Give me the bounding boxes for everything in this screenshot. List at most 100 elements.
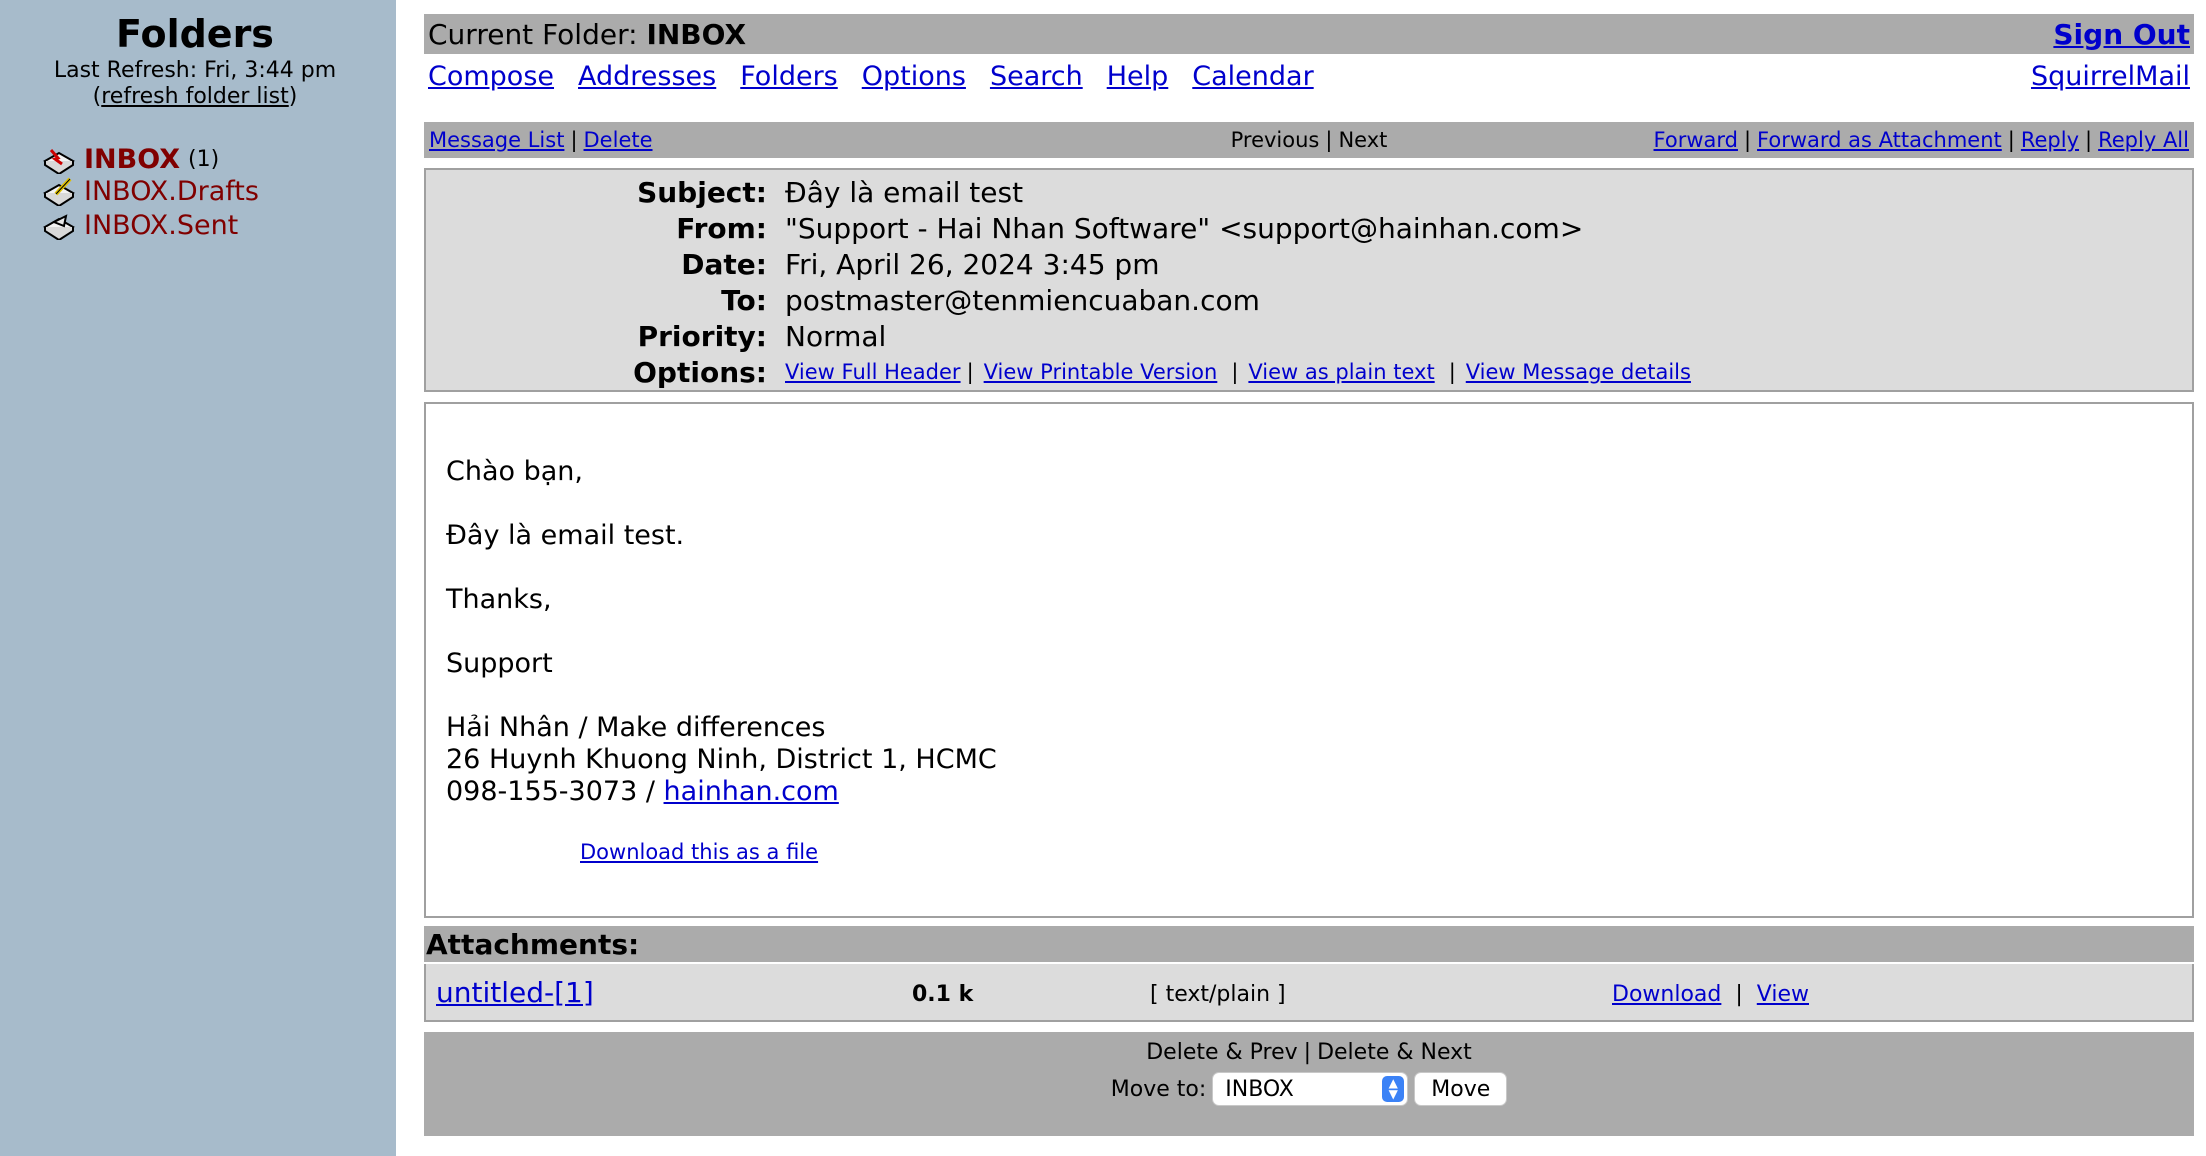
body-line: Đây là email test. (446, 520, 685, 551)
delete-next-text: Delete & Next (1317, 1040, 1472, 1065)
sent-tray-icon (43, 214, 75, 240)
current-folder-label: Current Folder: (428, 17, 638, 51)
attachments-header: Attachments: (424, 926, 2194, 962)
toolbar-center: Previous | Next (1010, 128, 1608, 152)
folder-sidebar: Folders Last Refresh: Fri, 3:44 pm (refr… (0, 0, 396, 1156)
forward-as-attachment-link[interactable]: Forward as Attachment (1757, 128, 2002, 152)
separator: | (1735, 982, 1743, 1007)
separator: | (2007, 128, 2015, 152)
move-to-label: Move to: (1110, 1076, 1207, 1102)
priority-value: Normal (785, 319, 887, 353)
attachment-row: untitled-[1] 0.1 k [ text/plain ] Downlo… (424, 964, 2194, 1022)
from-value: "Support - Hai Nhan Software" <support@h… (785, 211, 1584, 245)
folder-name-drafts[interactable]: INBOX.Drafts (84, 176, 259, 207)
separator: | (570, 128, 578, 152)
attachment-view-link[interactable]: View (1757, 982, 1809, 1007)
move-button[interactable]: Move (1414, 1072, 1508, 1106)
toolbar-right: Forward | Forward as Attachment | Reply | Repl… (1608, 128, 2189, 152)
refresh-line: (refresh folder list) (0, 84, 390, 109)
nav-search[interactable]: Search (990, 61, 1083, 92)
options-links: View Full Header | View Printable Version |… (785, 360, 1691, 384)
delete-navigation: Delete & Prev | Delete & Next (424, 1040, 2194, 1065)
drafts-pencil-icon (43, 177, 75, 206)
signature-address: 26 Huynh Khuong Ninh, District 1, HCMC (446, 744, 997, 775)
nav-folders[interactable]: Folders (740, 61, 838, 92)
move-selected-value: INBOX (1225, 1076, 1294, 1102)
message-toolbar: Message List | Delete Previous | Next Forwar… (424, 122, 2194, 158)
current-folder-display: Current Folder: INBOX (428, 18, 746, 51)
date-value: Fri, April 26, 2024 3:45 pm (785, 247, 1160, 281)
move-folder-select[interactable]: INBOX ▲ ▼ (1212, 1072, 1409, 1106)
signature-line: Hải Nhân / Make differences (446, 712, 826, 743)
squirrelmail-brand-link[interactable]: SquirrelMail (2031, 61, 2190, 92)
attachment-name-link[interactable]: untitled-[1] (436, 976, 594, 1009)
sidebar-title: Folders (116, 12, 274, 56)
nav-calendar[interactable]: Calendar (1192, 61, 1313, 92)
options-label: Options: (633, 355, 767, 389)
signature-phone: 098-155-3073 / (446, 776, 664, 807)
body-greeting: Chào bạn, (446, 456, 583, 487)
previous-text: Previous (1230, 128, 1320, 152)
nav-links: Compose Addresses Folders Options Search… (428, 61, 1314, 92)
attachment-download-link[interactable]: Download (1612, 982, 1721, 1007)
separator: | (1231, 360, 1239, 384)
subject-row: Subject: Đây là email test (426, 174, 2192, 210)
date-row: Date: Fri, April 26, 2024 3:45 pm (426, 246, 2192, 282)
message-list-link[interactable]: Message List (429, 128, 564, 152)
next-text: Next (1338, 128, 1388, 152)
to-value: postmaster@tenmiencuaban.com (785, 283, 1260, 317)
view-message-details-link[interactable]: View Message details (1466, 360, 1691, 384)
reply-all-link[interactable]: Reply All (2098, 128, 2189, 152)
separator: | (1303, 1040, 1312, 1065)
folder-item-inbox[interactable]: INBOX (1) (42, 142, 219, 176)
signature-contact: 098-155-3073 / hainhan.com (446, 776, 839, 808)
separator: | (966, 360, 974, 384)
attachment-size: 0.1 k (912, 982, 974, 1007)
bottom-actions-bar: Delete & Prev | Delete & Next Move to: INB… (424, 1032, 2194, 1136)
move-row: Move to: INBOX ▲ ▼ Move (424, 1072, 2194, 1106)
folder-item-sent[interactable]: INBOX.Sent (42, 208, 238, 242)
from-row: From: "Support - Hai Nhan Software" <sup… (426, 210, 2192, 246)
attachment-actions: Download | View (1612, 982, 1809, 1007)
download-as-file-link[interactable]: Download this as a file (580, 840, 818, 864)
separator: | (1448, 360, 1456, 384)
last-refresh-text: Last Refresh: Fri, 3:44 pm (53, 58, 337, 83)
view-printable-version-link[interactable]: View Printable Version (984, 360, 1218, 384)
current-folder-bar: Current Folder: INBOX Sign Out (424, 14, 2194, 54)
subject-value: Đây là email test (785, 175, 1024, 209)
inbox-unread-count: (1) (188, 146, 220, 172)
current-folder-value: INBOX (646, 17, 747, 51)
folder-name-sent[interactable]: INBOX.Sent (84, 210, 238, 241)
options-row: Options: View Full Header | View Printable… (426, 354, 2192, 390)
body-sender: Support (446, 648, 553, 679)
message-header-panel: Subject: Đây là email test From: "Suppor… (424, 168, 2194, 392)
nav-help[interactable]: Help (1107, 61, 1169, 92)
nav-compose[interactable]: Compose (428, 61, 554, 92)
reply-link[interactable]: Reply (2021, 128, 2079, 152)
view-as-plain-text-link[interactable]: View as plain text (1248, 360, 1434, 384)
refresh-close-paren: ) (288, 84, 298, 109)
delete-prev-text: Delete & Prev (1146, 1040, 1298, 1065)
separator: | (2085, 128, 2093, 152)
from-label: From: (676, 211, 767, 245)
nav-options[interactable]: Options (862, 61, 966, 92)
separator: | (1743, 128, 1752, 152)
refresh-open-paren: ( (92, 84, 102, 109)
message-body: Chào bạn, Đây là email test. Thanks, Sup… (424, 402, 2194, 918)
nav-addresses[interactable]: Addresses (578, 61, 716, 92)
to-row: To: postmaster@tenmiencuaban.com (426, 282, 2192, 318)
delete-link[interactable]: Delete (584, 128, 653, 152)
forward-link[interactable]: Forward (1654, 128, 1738, 152)
sign-out-link[interactable]: Sign Out (2053, 18, 2190, 51)
to-label: To: (721, 283, 767, 317)
inbox-tray-icon (43, 149, 75, 174)
view-full-header-link[interactable]: View Full Header (785, 360, 961, 384)
refresh-folder-list-link[interactable]: refresh folder list (101, 84, 289, 109)
website-link[interactable]: hainhan.com (664, 776, 839, 807)
date-label: Date: (681, 247, 767, 281)
folder-name-inbox[interactable]: INBOX (84, 144, 180, 175)
folder-item-drafts[interactable]: INBOX.Drafts (42, 174, 259, 208)
main-nav: Compose Addresses Folders Options Search… (424, 56, 2194, 96)
body-thanks: Thanks, (446, 584, 552, 615)
priority-row: Priority: Normal (426, 318, 2192, 354)
